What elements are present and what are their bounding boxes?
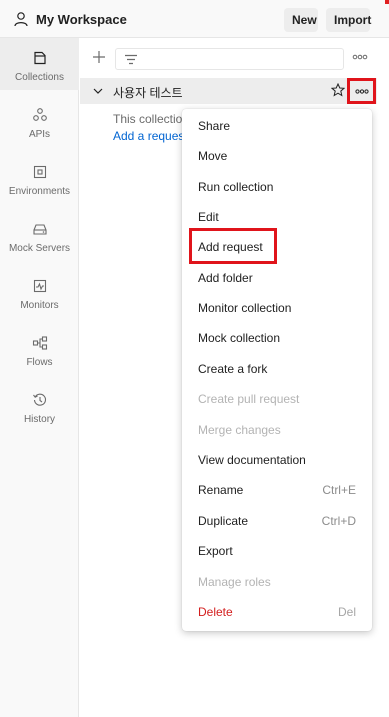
menu-item-label: Move — [198, 149, 228, 163]
menu-item-run-collection[interactable]: Run collection — [182, 171, 372, 201]
menu-item-label: Manage roles — [198, 575, 271, 589]
corner-mark — [385, 0, 389, 4]
sidebar-item-flows[interactable]: Flows — [0, 323, 79, 375]
more-options-icon[interactable] — [352, 52, 368, 62]
menu-item-edit[interactable]: Edit — [182, 201, 372, 231]
star-icon[interactable] — [331, 83, 345, 97]
rename-shortcut: Ctrl+E — [322, 483, 356, 497]
menu-item-label: Delete — [198, 605, 233, 619]
plus-icon[interactable] — [92, 50, 106, 64]
collections-icon — [34, 51, 46, 65]
import-button[interactable]: Import — [326, 8, 371, 32]
add-request-link[interactable]: Add a request — [113, 129, 188, 143]
sidebar-item-label: Flows — [26, 357, 53, 368]
menu-item-label: View documentation — [198, 453, 306, 467]
menu-item-create-pull-request: Create pull request — [182, 383, 372, 413]
filter-input[interactable] — [115, 48, 344, 70]
duplicate-shortcut: Ctrl+D — [321, 514, 356, 528]
menu-item-move[interactable]: Move — [182, 140, 372, 170]
menu-item-label: Export — [198, 544, 233, 558]
menu-item-monitor-collection[interactable]: Monitor collection — [182, 292, 372, 322]
filter-icon — [125, 54, 137, 65]
menu-item-label: Share — [198, 119, 231, 133]
menu-item-create-fork[interactable]: Create a fork — [182, 353, 372, 383]
menu-item-label: Monitor collection — [198, 301, 292, 315]
apis-icon — [33, 108, 47, 121]
collection-more-button[interactable] — [347, 78, 376, 104]
menu-item-export[interactable]: Export — [182, 535, 372, 565]
chevron-down-icon[interactable] — [93, 87, 103, 95]
sidebar-item-mock-servers[interactable]: Mock Servers — [0, 209, 79, 261]
menu-item-delete[interactable]: Delete Del — [182, 596, 372, 626]
menu-item-duplicate[interactable]: Duplicate Ctrl+D — [182, 505, 372, 535]
mock-servers-icon — [33, 224, 47, 235]
sidebar-item-collections[interactable]: Collections — [0, 38, 79, 90]
menu-item-label: Create pull request — [198, 392, 300, 406]
menu-item-add-folder[interactable]: Add folder — [182, 262, 372, 292]
menu-item-label: Merge changes — [198, 423, 281, 437]
menu-item-label: Edit — [198, 210, 219, 224]
monitors-icon — [33, 279, 47, 293]
flows-icon — [32, 336, 48, 350]
menu-item-share[interactable]: Share — [182, 110, 372, 140]
sidebar-item-label: Mock Servers — [8, 243, 71, 254]
sidebar-item-label: APIs — [28, 129, 51, 140]
menu-item-label: Run collection — [198, 180, 274, 194]
menu-item-label: Duplicate — [198, 514, 249, 528]
sidebar-item-monitors[interactable]: Monitors — [0, 266, 79, 318]
sidebar-item-label: Environments — [8, 186, 71, 197]
menu-item-view-documentation[interactable]: View documentation — [182, 444, 372, 474]
sidebar-item-label: Collections — [15, 72, 64, 83]
sidebar-item-apis[interactable]: APIs — [0, 95, 79, 147]
menu-item-label: Rename — [198, 483, 244, 497]
sidebar-item-label: History — [23, 414, 56, 425]
add-request-highlight — [189, 228, 277, 264]
collection-name[interactable]: 사용자 테스트 — [113, 84, 183, 101]
delete-shortcut: Del — [337, 605, 356, 619]
sidebar-item-environments[interactable]: Environments — [0, 152, 79, 204]
menu-item-rename[interactable]: Rename Ctrl+E — [182, 474, 372, 504]
sidebar-item-label: Monitors — [20, 300, 59, 311]
sidebar-item-history[interactable]: History — [0, 380, 79, 432]
menu-item-label: Add folder — [198, 271, 253, 285]
menu-item-mock-collection[interactable]: Mock collection — [182, 322, 372, 352]
user-icon[interactable] — [13, 11, 29, 27]
more-options-icon — [355, 89, 369, 94]
history-icon — [33, 393, 47, 406]
menu-item-label: Mock collection — [198, 331, 281, 345]
workspace-title[interactable]: My Workspace — [36, 12, 127, 27]
collection-context-menu: Share Move Run collection Edit Add reque… — [182, 109, 372, 631]
collection-row[interactable]: 사용자 테스트 — [80, 78, 377, 104]
menu-item-manage-roles: Manage roles — [182, 566, 372, 596]
sidebar: Collections APIs Environments Mock Serve… — [0, 38, 79, 717]
menu-item-label: Create a fork — [198, 362, 268, 376]
workspace-header: My Workspace New Import — [0, 0, 389, 38]
environments-icon — [33, 165, 47, 179]
new-button[interactable]: New — [284, 8, 318, 32]
menu-item-merge-changes: Merge changes — [182, 414, 372, 444]
